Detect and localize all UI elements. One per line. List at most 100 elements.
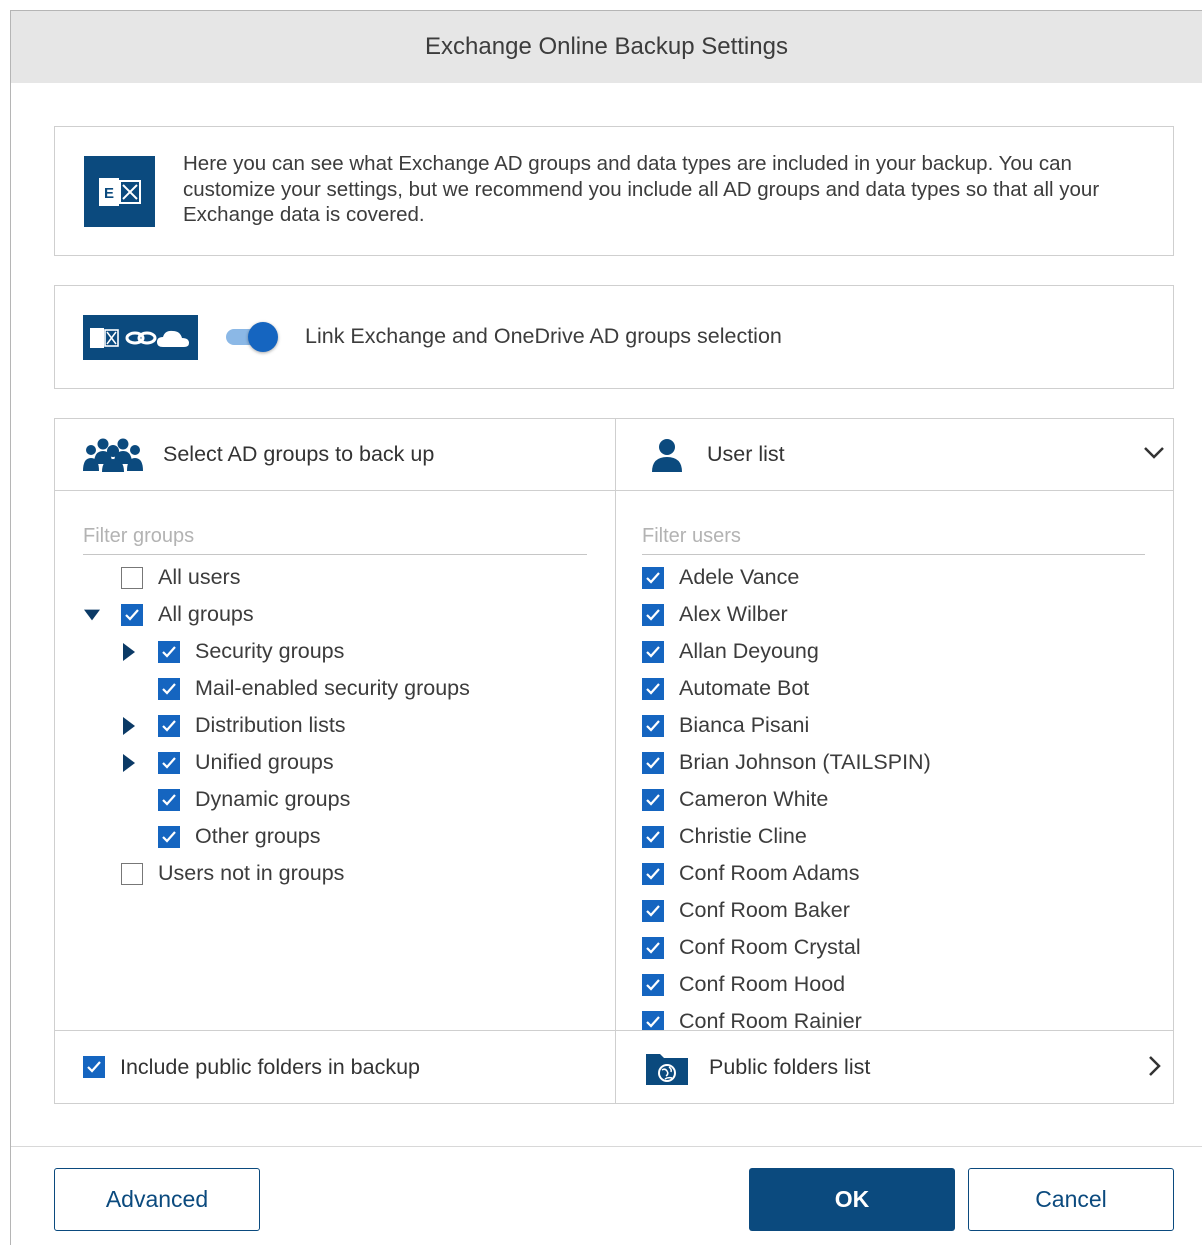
checkbox[interactable] xyxy=(642,566,664,589)
user-icon xyxy=(650,438,684,472)
checkbox[interactable] xyxy=(158,751,180,774)
chevron-right-icon[interactable] xyxy=(1143,1055,1165,1082)
public-folder-icon xyxy=(645,1048,689,1086)
public-folders-list-title: Public folders list xyxy=(709,1054,871,1079)
group-tree-item[interactable]: Users not in groups xyxy=(121,855,344,892)
checkbox[interactable] xyxy=(642,899,664,922)
checkbox[interactable] xyxy=(642,973,664,996)
user-name: Conf Room Baker xyxy=(679,898,850,922)
checkbox[interactable] xyxy=(121,862,143,885)
checkbox[interactable] xyxy=(121,603,143,626)
user-name: Alex Wilber xyxy=(679,602,788,626)
user-list: Adele Vance Alex Wilber Allan Deyoung Autom… xyxy=(642,559,1162,1030)
group-label: Users not in groups xyxy=(158,861,345,885)
user-list-item[interactable]: Alex Wilber xyxy=(642,596,788,633)
user-list-item[interactable]: Conf Room Baker xyxy=(642,892,850,929)
user-list-item[interactable]: Conf Room Rainier xyxy=(642,1003,862,1030)
group-tree-item[interactable]: Other groups xyxy=(158,818,320,855)
user-list-item[interactable]: Conf Room Hood xyxy=(642,966,845,1003)
checkbox[interactable] xyxy=(158,788,180,811)
group-tree-item[interactable]: All users xyxy=(121,559,240,596)
advanced-button[interactable]: Advanced xyxy=(54,1168,260,1231)
filter-users-input[interactable]: Filter users xyxy=(642,523,1145,555)
user-list-item[interactable]: Bianca Pisani xyxy=(642,707,809,744)
exchange-logo-icon: E xyxy=(84,156,155,227)
exchange-onedrive-link-icon xyxy=(83,315,198,360)
checkbox[interactable] xyxy=(642,603,664,626)
user-name: Brian Johnson (TAILSPIN) xyxy=(679,750,931,774)
user-list-item[interactable]: Conf Room Crystal xyxy=(642,929,861,966)
checkbox[interactable] xyxy=(642,788,664,811)
group-tree-item[interactable]: Security groups xyxy=(158,633,344,670)
expand-arrow-down-icon[interactable] xyxy=(84,606,100,624)
user-list-item[interactable]: Adele Vance xyxy=(642,559,799,596)
group-label: Distribution lists xyxy=(195,713,346,737)
user-name: Conf Room Rainier xyxy=(679,1009,862,1030)
toggle-knob xyxy=(248,322,278,352)
cancel-button[interactable]: Cancel xyxy=(968,1168,1174,1231)
user-name: Cameron White xyxy=(679,787,829,811)
checkbox[interactable] xyxy=(642,862,664,885)
user-name: Adele Vance xyxy=(679,565,800,589)
users-panel-header[interactable]: User list xyxy=(645,419,1165,490)
link-selection-box: Link Exchange and OneDrive AD groups sel… xyxy=(54,285,1174,389)
user-name: Conf Room Crystal xyxy=(679,935,861,959)
groups-icon xyxy=(82,438,144,472)
user-list-item[interactable]: Conf Room Adams xyxy=(642,855,859,892)
expand-arrow-right-icon[interactable] xyxy=(121,754,137,772)
checkbox[interactable] xyxy=(642,1010,664,1030)
group-label: Other groups xyxy=(195,824,321,848)
user-name: Allan Deyoung xyxy=(679,639,819,663)
dialog-title: Exchange Online Backup Settings xyxy=(11,11,1202,83)
checkbox[interactable] xyxy=(642,751,664,774)
footer-separator xyxy=(11,1146,1202,1147)
group-label: All groups xyxy=(158,602,254,626)
include-public-folders-row[interactable]: Include public folders in backup xyxy=(83,1031,420,1103)
exchange-logo-letter: E xyxy=(103,185,113,202)
users-panel-title: User list xyxy=(707,442,785,466)
public-folders-list-row[interactable]: Public folders list xyxy=(645,1031,1165,1103)
group-tree-item[interactable]: Mail-enabled security groups xyxy=(158,670,470,707)
checkbox[interactable] xyxy=(642,677,664,700)
panel-divider xyxy=(615,419,616,1103)
user-name: Conf Room Hood xyxy=(679,972,846,996)
checkbox[interactable] xyxy=(158,714,180,737)
user-list-item[interactable]: Cameron White xyxy=(642,781,828,818)
groups-panel-header: Select AD groups to back up xyxy=(82,419,602,490)
group-tree-item[interactable]: Distribution lists xyxy=(158,707,346,744)
user-list-item[interactable]: Brian Johnson (TAILSPIN) xyxy=(642,744,931,781)
checkbox[interactable] xyxy=(642,936,664,959)
backup-settings-dialog: Exchange Online Backup Settings E Here y… xyxy=(10,10,1202,1245)
group-tree-item[interactable]: Dynamic groups xyxy=(158,781,350,818)
link-toggle[interactable] xyxy=(226,322,278,352)
checkbox[interactable] xyxy=(158,825,180,848)
checkbox[interactable] xyxy=(642,714,664,737)
group-label: Unified groups xyxy=(195,750,334,774)
checkbox[interactable] xyxy=(158,640,180,663)
group-tree-item[interactable]: Unified groups xyxy=(158,744,334,781)
expand-arrow-right-icon[interactable] xyxy=(121,717,137,735)
user-name: Christie Cline xyxy=(679,824,807,848)
groups-panel-title: Select AD groups to back up xyxy=(163,442,435,466)
checkbox[interactable] xyxy=(158,677,180,700)
user-list-item[interactable]: Allan Deyoung xyxy=(642,633,819,670)
checkbox[interactable] xyxy=(642,825,664,848)
chevron-down-icon[interactable] xyxy=(1143,441,1165,468)
expand-arrow-right-icon[interactable] xyxy=(121,643,137,661)
user-list-item[interactable]: Christie Cline xyxy=(642,818,807,855)
user-name: Automate Bot xyxy=(679,676,810,700)
link-toggle-label: Link Exchange and OneDrive AD groups sel… xyxy=(305,324,782,348)
selection-panels: Select AD groups to back up User list Fi… xyxy=(54,418,1174,1104)
user-name: Bianca Pisani xyxy=(679,713,810,737)
group-label: Security groups xyxy=(195,639,345,663)
user-list-item[interactable]: Automate Bot xyxy=(642,670,809,707)
include-public-folders-checkbox[interactable] xyxy=(83,1056,105,1078)
group-label: All users xyxy=(158,565,241,589)
checkbox[interactable] xyxy=(642,640,664,663)
checkbox[interactable] xyxy=(121,566,143,589)
filter-groups-input[interactable]: Filter groups xyxy=(83,523,587,555)
group-label: Dynamic groups xyxy=(195,787,351,811)
ok-button[interactable]: OK xyxy=(749,1168,955,1231)
group-tree-item[interactable]: All groups xyxy=(121,596,254,633)
info-text: Here you can see what Exchange AD groups… xyxy=(183,152,1100,226)
